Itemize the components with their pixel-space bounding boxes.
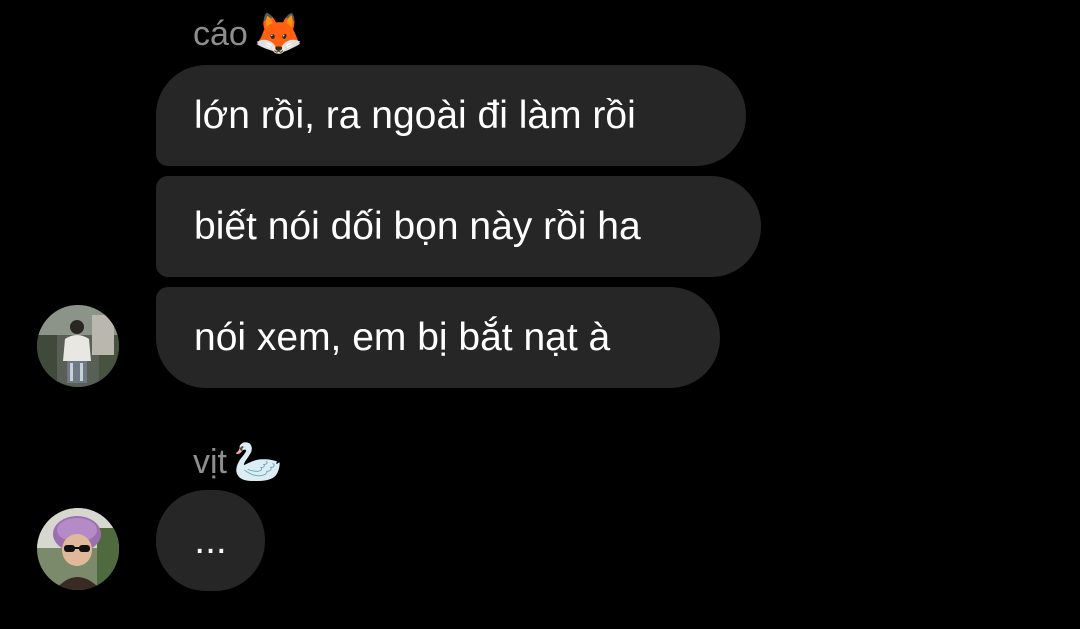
- avatar-photo-icon: [37, 305, 119, 387]
- sender-name: vịt: [193, 443, 227, 481]
- message-bubble[interactable]: biết nói dối bọn này rồi ha: [156, 176, 761, 277]
- sender-label-vit: vịt 🦢: [193, 442, 283, 482]
- message-bubble[interactable]: lớn rồi, ra ngoài đi làm rồi: [156, 65, 746, 166]
- sender-name: cáo: [193, 15, 248, 53]
- message-text: nói xem, em bị bắt nạt à: [194, 315, 611, 359]
- message-bubble[interactable]: ...: [156, 490, 265, 591]
- avatar-photo-icon: [37, 508, 119, 590]
- avatar-cao[interactable]: [37, 305, 119, 387]
- message-bubble[interactable]: nói xem, em bị bắt nạt à: [156, 287, 720, 388]
- message-text: biết nói dối bọn này rồi ha: [194, 204, 641, 248]
- sender-label-cao: cáo 🦊: [193, 14, 304, 54]
- message-text: lớn rồi, ra ngoài đi làm rồi: [194, 93, 636, 137]
- avatar-vit[interactable]: [37, 508, 119, 590]
- message-text: ...: [194, 518, 227, 562]
- fox-emoji-icon: 🦊: [253, 11, 304, 57]
- swan-emoji-icon: 🦢: [233, 439, 283, 485]
